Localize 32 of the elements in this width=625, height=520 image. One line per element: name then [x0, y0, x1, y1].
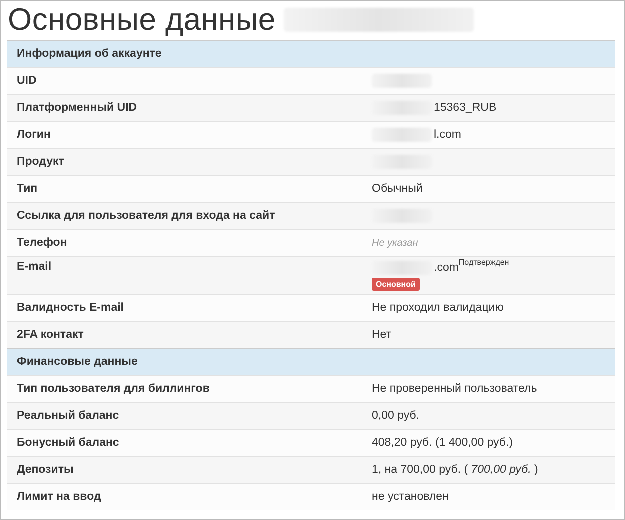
field-label: E-mail: [16, 261, 53, 273]
status-note: Подтвержден: [458, 258, 510, 267]
field-label: Логин: [16, 129, 52, 141]
field-value: Нет: [372, 329, 392, 341]
field-value: l.com: [434, 129, 462, 141]
section-header: Финансовые данные: [7, 348, 615, 375]
section-header: Информация об аккаунте: [7, 40, 615, 67]
field-label: Депозиты: [16, 464, 75, 476]
field-value: 408,20 руб. (1 400,00 руб.): [372, 437, 514, 449]
field-value: Обычный: [372, 183, 423, 195]
field-value: не установлен: [372, 491, 449, 503]
field-label: Лимит на ввод: [16, 491, 102, 503]
field-label: 2FA контакт: [16, 329, 85, 341]
field-label: Платформенный UID: [16, 102, 138, 114]
field-label: Тип пользователя для биллингов: [16, 383, 211, 395]
field-label: UID: [16, 75, 38, 87]
field-label: Реальный баланс: [16, 410, 120, 422]
field-value: Не проходил валидацию: [372, 302, 504, 314]
field-value: .com: [434, 262, 459, 274]
field-label: Продукт: [16, 156, 66, 168]
field-value: 15363_RUB: [434, 102, 497, 114]
primary-badge: Основной: [372, 278, 420, 291]
field-value: Не проверенный пользователь: [372, 383, 538, 395]
field-value: 1, на 700,00 руб. ( 700,00 руб. ): [372, 464, 538, 476]
field-label: Ссылка для пользователя для входа на сайт: [16, 210, 276, 222]
field-label: Телефон: [16, 237, 68, 249]
page-title: Основные данные: [8, 2, 276, 38]
field-label: Тип: [16, 183, 39, 195]
field-label: Бонусный баланс: [16, 437, 120, 449]
field-label: Валидность E-mail: [16, 302, 125, 314]
field-value: Не указан: [372, 238, 418, 248]
field-value: 0,00 руб.: [372, 410, 420, 422]
